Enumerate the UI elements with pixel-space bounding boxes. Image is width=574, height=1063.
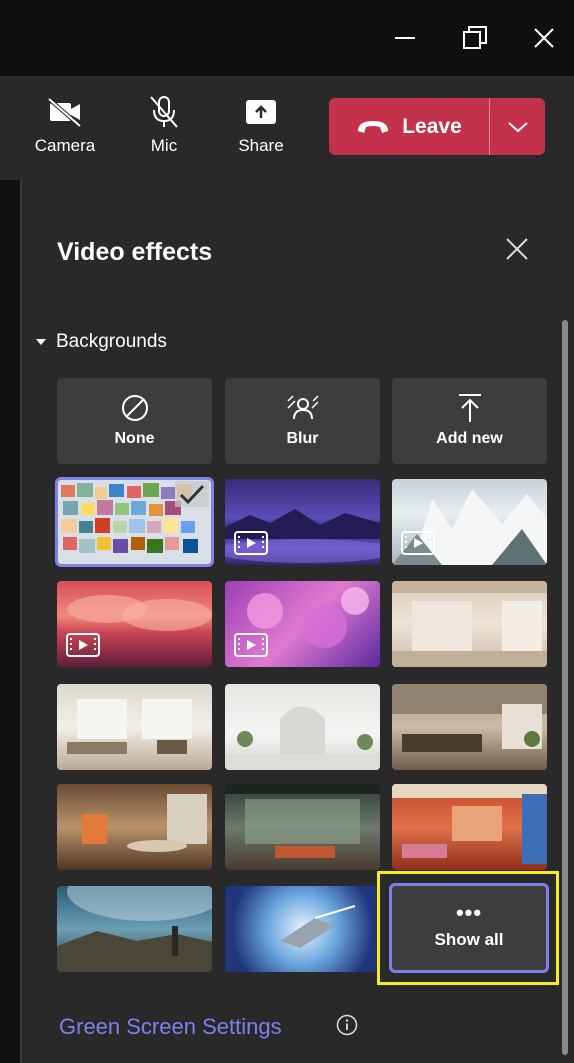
section-label: Backgrounds	[56, 331, 167, 352]
none-label: None	[114, 430, 155, 447]
planet-image	[57, 886, 212, 972]
upload-icon	[458, 394, 481, 422]
leave-label: Leave	[402, 114, 462, 138]
video-badge-icon	[401, 531, 435, 555]
background-thumbnail-space-ship[interactable]	[225, 886, 380, 972]
panel-close-button[interactable]	[500, 232, 534, 266]
video-badge-icon	[234, 633, 268, 657]
window-close-button[interactable]	[522, 18, 566, 58]
info-icon[interactable]	[336, 1014, 358, 1036]
share-icon	[246, 100, 276, 124]
background-thumbnail-space-planet[interactable]	[57, 886, 212, 972]
leave-button-group: Leave	[329, 98, 545, 155]
caret-down-icon	[36, 339, 46, 345]
panel-title: Video effects	[57, 238, 213, 266]
prohibited-icon	[121, 395, 148, 421]
minimize-button[interactable]	[383, 18, 427, 58]
scrollbar-thumb[interactable]	[562, 320, 568, 1055]
living-room-image	[67, 699, 192, 754]
more-icon: •••	[455, 900, 483, 925]
arches-image	[225, 706, 380, 770]
courtyard-image	[225, 784, 380, 858]
phone-hangup-icon	[358, 120, 389, 133]
panel-scrollbar[interactable]	[560, 320, 570, 1055]
share-button[interactable]: Share	[226, 94, 296, 166]
restore-icon	[463, 26, 487, 49]
collage-image	[61, 481, 209, 553]
background-thumbnail-collage[interactable]	[55, 477, 214, 567]
mic-label: Mic	[150, 136, 178, 155]
add-new-label: Add new	[436, 430, 503, 447]
show-all-button[interactable]: ••• Show all	[389, 883, 549, 973]
background-none-option[interactable]: None	[57, 378, 212, 464]
video-badge-icon	[234, 531, 268, 555]
left-rail	[0, 180, 22, 1063]
background-thumbnail-glass-courtyard[interactable]	[225, 784, 380, 870]
background-thumbnail-purple-mountains[interactable]	[225, 479, 380, 565]
leave-options-dropdown[interactable]	[490, 98, 545, 155]
close-icon	[506, 238, 528, 260]
lounge-image	[392, 684, 547, 752]
leave-button[interactable]: Leave	[329, 98, 489, 155]
share-label: Share	[238, 136, 284, 155]
mic-off-icon	[150, 96, 178, 128]
background-blur-option[interactable]: Blur	[225, 378, 380, 464]
background-thumbnail-dining-room[interactable]	[57, 784, 212, 870]
background-thumbnail-modern-living-room[interactable]	[57, 684, 212, 770]
background-thumbnail-snowy-trees[interactable]	[392, 479, 547, 565]
blur-icon	[286, 395, 319, 420]
background-thumbnail-orange-room[interactable]	[392, 784, 547, 870]
blur-label: Blur	[286, 430, 319, 447]
minimize-icon	[395, 37, 415, 39]
show-all-label: Show all	[434, 930, 504, 949]
spaceship-image	[280, 905, 356, 948]
background-thumbnail-beige-room[interactable]	[392, 581, 547, 667]
mic-button[interactable]: Mic	[129, 94, 199, 166]
orange-room-image	[392, 784, 547, 864]
background-thumbnail-pink-flowers[interactable]	[225, 581, 380, 667]
video-badge-icon	[66, 633, 100, 657]
beige-room-image	[392, 581, 547, 667]
title-bar	[0, 0, 574, 76]
backgrounds-section-toggle[interactable]: Backgrounds	[35, 331, 167, 353]
camera-off-icon	[47, 97, 82, 127]
camera-button[interactable]: Camera	[30, 94, 100, 166]
camera-label: Camera	[34, 136, 96, 155]
background-thumbnail-pink-clouds[interactable]	[57, 581, 212, 667]
dining-room-image	[82, 794, 207, 852]
background-thumbnail-white-arches[interactable]	[225, 684, 380, 770]
restore-button[interactable]	[453, 18, 497, 58]
background-thumbnail-cozy-lounge[interactable]	[392, 684, 547, 770]
chevron-down-icon	[507, 121, 528, 132]
close-icon	[534, 28, 554, 48]
background-add-new-option[interactable]: Add new	[392, 378, 547, 464]
green-screen-settings-link[interactable]: Green Screen Settings	[59, 1014, 282, 1040]
